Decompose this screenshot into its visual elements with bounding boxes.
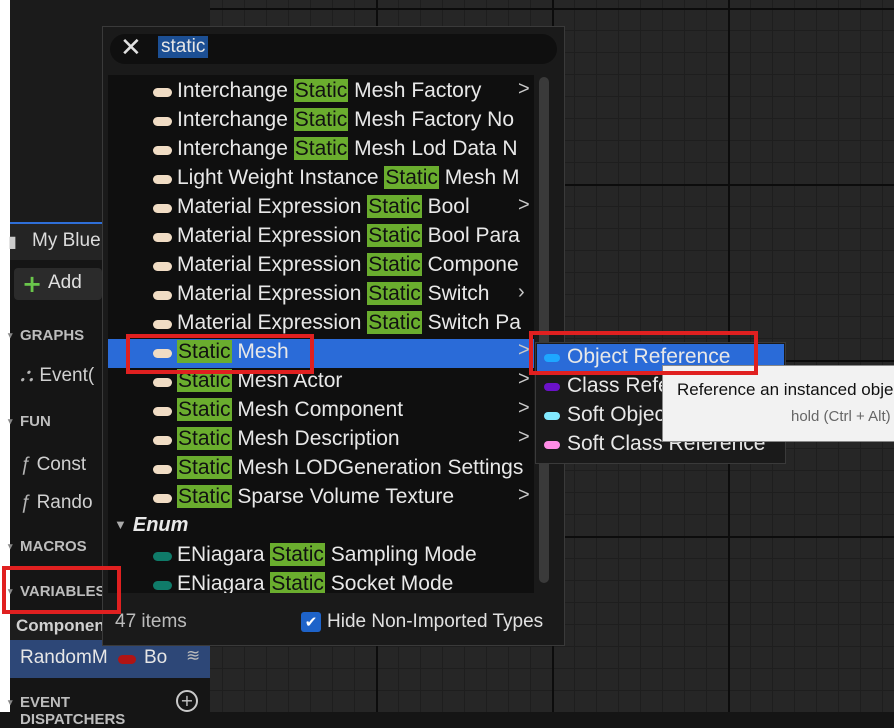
type-item-label: Static Mesh Component (177, 398, 404, 421)
collapse-arrow-icon: ▾ (8, 416, 13, 426)
type-item-label: Static Mesh LODGeneration Settings (177, 456, 524, 479)
type-item-label: Interchange Static Mesh Factory (177, 79, 482, 102)
type-pill-icon (153, 494, 172, 503)
highlight-static-mesh (126, 334, 314, 374)
type-pill-icon (153, 407, 172, 416)
reference-pill-icon (544, 412, 560, 420)
tab-label: My Blue (32, 230, 101, 251)
submenu-chevron-icon: > (518, 426, 530, 448)
highlight-object-reference (529, 331, 758, 375)
type-item-label: Light Weight Instance Static Mesh M (177, 166, 520, 189)
add-event-dispatcher-icon[interactable]: + (176, 690, 198, 712)
add-button-label: Add (48, 272, 82, 293)
type-pill-icon (153, 378, 172, 387)
type-list-item[interactable]: ENiagara Static Socket Mode (108, 571, 534, 593)
type-pill-icon (153, 233, 172, 242)
type-item-label: Material Expression Static Compone (177, 253, 519, 276)
type-pill-icon (153, 465, 172, 474)
type-pill-icon (153, 175, 172, 184)
variable-type-pill[interactable] (118, 655, 136, 664)
type-list-item[interactable]: Interchange Static Mesh Lod Data N (108, 136, 534, 165)
enum-category-header[interactable]: ▼ Enum (108, 514, 188, 537)
reference-pill-icon (544, 441, 560, 449)
type-item-label: Static Mesh Description (177, 427, 400, 450)
type-item-label: ENiagara Static Sampling Mode (177, 543, 477, 566)
type-list-item[interactable]: Static Mesh LODGeneration Settings (108, 455, 534, 484)
add-button[interactable]: + Add (14, 268, 102, 300)
highlight-variables (2, 566, 121, 614)
type-list-item[interactable]: Static Mesh Description > (108, 426, 534, 455)
type-item-label: Interchange Static Mesh Factory No (177, 108, 515, 131)
type-item-label: Material Expression Static Bool (177, 195, 470, 218)
search-box[interactable]: ✕ static (110, 33, 557, 64)
function-icon: ƒ (20, 454, 31, 475)
type-list-item[interactable]: Interchange Static Mesh Factory > (108, 78, 534, 107)
type-pill-icon (153, 262, 172, 271)
submenu-chevron-icon: > (518, 484, 530, 506)
type-pill-icon (153, 320, 172, 329)
type-list-item[interactable]: Interchange Static Mesh Factory No (108, 107, 534, 136)
type-list-item[interactable]: Material Expression Static Switch › (108, 281, 534, 310)
type-pill-icon (153, 436, 172, 445)
function-item-random[interactable]: ƒ Rando (20, 492, 93, 514)
type-pill-icon (153, 117, 172, 126)
graph-item-event[interactable]: ⛬ Event( (20, 365, 94, 387)
type-pill-icon (153, 204, 172, 213)
collapse-arrow-icon: ▾ (8, 541, 13, 551)
type-item-label: ENiagara Static Socket Mode (177, 572, 454, 593)
event-graph-icon: ⛬ (20, 365, 34, 386)
blueprint-icon: ▮ (8, 232, 17, 251)
reference-pill-icon (544, 383, 560, 391)
type-pill-icon (153, 291, 172, 300)
list-scrollbar[interactable] (539, 77, 549, 583)
type-pill-icon (153, 88, 172, 97)
function-icon: ƒ (20, 492, 31, 513)
type-list-item[interactable]: Static Mesh Component > (108, 397, 534, 426)
variable-type: Bo (144, 647, 168, 668)
collapse-arrow-icon: ▾ (8, 697, 13, 707)
type-list-item[interactable]: Light Weight Instance Static Mesh M (108, 165, 534, 194)
visibility-eye-icon[interactable]: ≋ (186, 646, 200, 666)
type-item-label: Material Expression Static Switch Pa (177, 311, 521, 334)
type-pill-icon (153, 146, 172, 155)
clear-search-icon[interactable]: ✕ (120, 33, 142, 63)
search-input[interactable]: static (158, 36, 209, 58)
type-list-item[interactable]: Static Sparse Volume Texture > (108, 484, 534, 513)
item-count: 47 items (115, 611, 187, 632)
submenu-chevron-icon: › (518, 281, 525, 303)
submenu-chevron-icon: > (518, 339, 530, 361)
function-item-construct[interactable]: ƒ Const (20, 454, 86, 476)
tooltip-text: Reference an instanced obje (677, 380, 894, 399)
type-list-item[interactable]: Material Expression Static Compone (108, 252, 534, 281)
type-list-item[interactable]: Material Expression Static Bool > (108, 194, 534, 223)
scrollbar-thumb[interactable] (539, 77, 549, 583)
type-item-label: Interchange Static Mesh Lod Data N (177, 137, 518, 160)
hide-non-imported-checkbox[interactable]: ✔ (301, 612, 321, 632)
plus-icon: + (22, 270, 43, 298)
tooltip-hint: hold (Ctrl + Alt) (791, 408, 891, 425)
variable-name: RandomM (20, 647, 108, 668)
type-list-item[interactable]: ENiagara Static Sampling Mode (108, 542, 534, 571)
type-pill-icon (153, 552, 172, 561)
submenu-chevron-icon: > (518, 368, 530, 390)
submenu-chevron-icon: > (518, 78, 530, 100)
type-list-item[interactable]: Material Expression Static Bool Para (108, 223, 534, 252)
type-pill-icon (153, 581, 172, 590)
hide-non-imported-label: Hide Non-Imported Types (327, 611, 544, 632)
type-item-label: Material Expression Static Bool Para (177, 224, 520, 247)
collapse-arrow-icon: ▾ (8, 330, 13, 340)
type-item-label: Material Expression Static Switch (177, 282, 490, 305)
type-item-label: Static Sparse Volume Texture (177, 485, 455, 508)
tooltip: Reference an instanced obje hold (Ctrl +… (662, 365, 894, 442)
collapse-triangle-icon: ▼ (114, 517, 127, 532)
submenu-chevron-icon: > (518, 194, 530, 216)
submenu-chevron-icon: > (518, 397, 530, 419)
